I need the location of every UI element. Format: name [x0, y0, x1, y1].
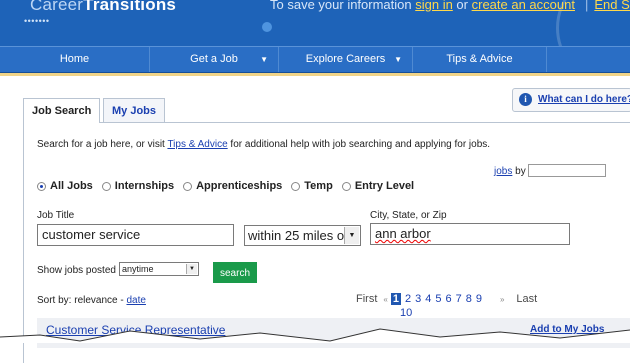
end-session-link[interactable]: End Session [594, 0, 630, 12]
posted-value: anytime [122, 264, 154, 274]
radio-label: Apprenticeships [196, 180, 283, 192]
intro-before: Search for a job here, or visit [37, 139, 168, 150]
torn-edge [0, 328, 630, 343]
tips-advice-link[interactable]: Tips & Advice [167, 139, 227, 150]
page-link[interactable]: 2 [405, 293, 411, 305]
by-label: by [512, 166, 526, 177]
site-header: CareerTransitions • • • • • • • To save … [0, 0, 630, 46]
radio-label: Internships [114, 180, 175, 192]
posted-select[interactable]: anytime ▼ [119, 262, 199, 276]
logo-bold: Transitions [83, 0, 177, 14]
radio-label: Temp [304, 180, 333, 192]
job-title-input[interactable]: customer service [37, 224, 234, 246]
tab-job-search[interactable]: Job Search [23, 98, 101, 123]
main-nav: Home Get a Job ▼ Explore Careers ▼ Tips & … [0, 46, 630, 73]
last-page-link[interactable]: Last [516, 293, 537, 305]
radio-selected-icon [37, 181, 46, 191]
dropdown-arrow-icon: ▼ [344, 227, 359, 244]
logo-dots-icon: • • • • • • • [24, 16, 49, 26]
page-link[interactable]: 9 [476, 293, 482, 305]
nav-home-label: Home [59, 53, 90, 65]
accent-bar [0, 73, 630, 76]
page-link[interactable]: 4 [425, 293, 431, 305]
radio-all-jobs[interactable]: All Jobs [37, 180, 93, 192]
sort-date-link[interactable]: date [126, 295, 145, 306]
job-title-label: Job Title [37, 210, 75, 221]
nav-home[interactable]: Home [0, 47, 150, 72]
radio-icon [291, 181, 301, 191]
radio-apprenticeships[interactable]: Apprenticeships [183, 180, 282, 192]
sort-prefix: Sort by: relevance - [37, 295, 127, 306]
page-link[interactable]: 5 [435, 293, 441, 305]
radio-label: All Jobs [50, 180, 93, 192]
nav-get-a-job-label: Get a Job [190, 53, 238, 65]
sort-by: Sort by: relevance - date [37, 295, 146, 306]
radio-icon [341, 181, 351, 191]
radio-icon [101, 181, 111, 191]
page-link[interactable]: 8 [466, 293, 472, 305]
posted-label: Show jobs posted [37, 265, 116, 276]
pagination: First «1 2 3 4 5 6 7 8 9» Last 10 [356, 293, 537, 319]
help-box[interactable]: i What can I do here? [512, 88, 630, 112]
intro-after: for additional help with job searching a… [227, 139, 491, 150]
what-can-i-do-link[interactable]: What can I do here? [538, 89, 630, 111]
page-link[interactable]: 3 [415, 293, 421, 305]
location-input[interactable]: ann arbor [370, 223, 570, 245]
nav-explore-careers-label: Explore Careers [305, 53, 386, 65]
intro-text: Search for a job here, or visit Tips & A… [37, 139, 490, 150]
radio-icon [183, 181, 193, 191]
first-page-link[interactable]: First [356, 293, 377, 305]
tab-my-jobs[interactable]: My Jobs [103, 98, 166, 122]
search-button[interactable]: search [213, 262, 257, 283]
caret-down-icon: ▼ [260, 55, 268, 64]
header-dot [262, 22, 272, 32]
caret-down-icon: ▼ [394, 55, 402, 64]
distance-value: within 25 miles of [248, 228, 348, 243]
radio-entry-level[interactable]: Entry Level [341, 180, 415, 192]
radio-internships[interactable]: Internships [101, 180, 175, 192]
save-info-text: To save your information [270, 0, 416, 12]
site-logo[interactable]: CareerTransitions [30, 0, 176, 15]
nav-get-a-job[interactable]: Get a Job ▼ [150, 47, 279, 72]
dropdown-arrow-icon: ▼ [186, 264, 197, 274]
nav-empty-slot [547, 47, 630, 72]
distance-select[interactable]: within 25 miles of ▼ [244, 225, 361, 246]
location-label: City, State, or Zip [370, 210, 447, 221]
logo-prefix: Career [30, 0, 84, 14]
jobs-by-input[interactable] [528, 164, 606, 177]
radio-label: Entry Level [354, 180, 415, 192]
save-info-message: To save your information sign in or crea… [270, 0, 630, 12]
jobs-by-filter: jobs by [494, 164, 606, 177]
nav-tips-advice-label: Tips & Advice [446, 53, 513, 65]
header-separator: | [584, 0, 589, 12]
or-text: or [452, 0, 472, 12]
job-type-radios: All Jobs Internships Apprenticeships Tem… [37, 180, 414, 192]
info-icon: i [519, 93, 532, 106]
nav-explore-careers[interactable]: Explore Careers ▼ [279, 47, 413, 72]
nav-tips-advice[interactable]: Tips & Advice [413, 47, 547, 72]
radio-temp[interactable]: Temp [291, 180, 333, 192]
sign-in-link[interactable]: sign in [415, 0, 453, 12]
prev-icon[interactable]: « [383, 295, 387, 304]
current-page: 1 [390, 293, 401, 305]
location-value: ann arbor [375, 226, 431, 241]
create-account-link[interactable]: create an account [472, 0, 575, 12]
next-icon[interactable]: » [500, 295, 504, 304]
page-link[interactable]: 7 [456, 293, 462, 305]
jobs-link[interactable]: jobs [494, 166, 512, 177]
page-link[interactable]: 6 [445, 293, 451, 305]
